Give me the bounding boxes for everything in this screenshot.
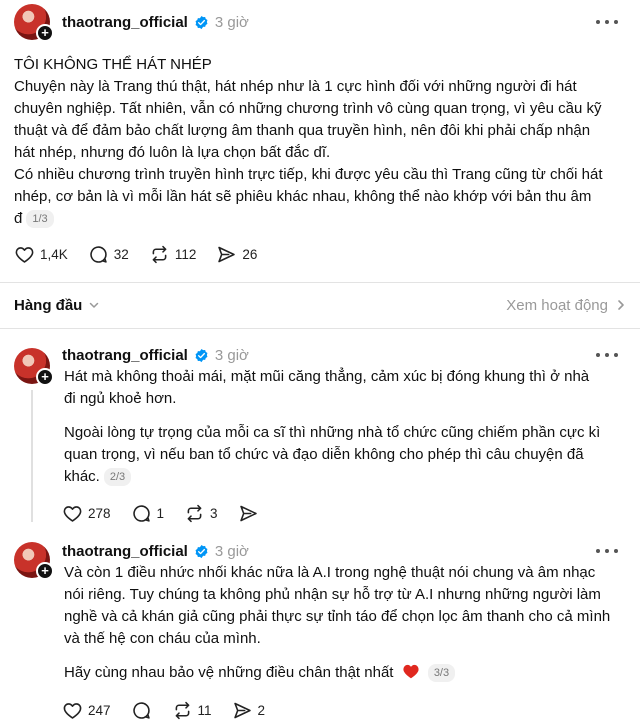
share-button[interactable]: 26 [216,244,257,265]
post-line: khác. [64,468,100,485]
username[interactable]: thaotrang_official [62,543,188,560]
like-count: 247 [88,702,111,718]
chevron-right-icon [618,300,624,310]
divider [0,282,640,283]
post-line: đ [14,210,23,227]
comment-icon [131,503,152,524]
post-actions: 247 11 2 [62,698,285,722]
share-button[interactable]: 2 [232,700,266,721]
repost-count: 11 [197,702,212,718]
post-line: thuật và để đảm bảo chất lượng âm thanh … [14,122,591,139]
follow-plus-icon[interactable]: + [36,24,54,42]
repost-icon [172,700,193,721]
post-line: Hát mà không thoải mái, mặt mũi căng thẳ… [64,368,590,385]
comment-button[interactable]: 1 [131,503,165,524]
share-count: 2 [257,702,266,718]
repost-count: 3 [210,505,218,521]
like-count: 278 [88,505,111,521]
sort-bar: Hàng đầu Xem hoạt động [14,288,626,322]
repost-count: 112 [174,246,197,262]
verified-badge-icon [194,348,209,363]
post-line: Và còn 1 điều nhức nhối khác nữa là A.I … [64,564,596,581]
main-post: + thaotrang_official 3 giờ TÔI KHÔNG THỂ… [0,0,640,284]
post-line: và thế hệ con cháu của mình. [64,630,261,647]
post-line: nhép, cơ bản là vì mỗi lần hát sẽ phiêu … [14,188,592,205]
post-body: TÔI KHÔNG THỂ HÁT NHÉP Chuyện này là Tra… [14,54,626,230]
sort-label: Hàng đầu [14,296,83,314]
view-activity-label: Xem hoạt động [506,296,608,314]
post-time: 3 giờ [214,542,249,560]
comment-count: 32 [113,246,129,262]
repost-button[interactable]: 11 [172,700,212,721]
post-line: Hãy cùng nhau bảo vệ những điều chân thậ… [64,664,394,681]
post-time: 3 giờ [214,346,249,364]
post-actions: 278 1 3 [62,501,279,525]
post-header: thaotrang_official 3 giờ [62,11,249,33]
chevron-down-icon [90,302,99,308]
share-icon [216,244,237,265]
post-time: 3 giờ [214,13,249,31]
like-button[interactable]: 1,4K [14,244,68,265]
heart-icon [14,244,35,265]
repost-button[interactable]: 3 [184,503,218,524]
page-indicator: 1/3 [26,210,54,228]
heart-icon [62,503,83,524]
share-icon [238,503,259,524]
reply-post: + thaotrang_official 3 giờ Hát mà không … [0,330,640,532]
username[interactable]: thaotrang_official [62,347,188,364]
like-button[interactable]: 278 [62,503,111,524]
share-button[interactable] [238,503,259,524]
follow-plus-icon[interactable]: + [36,562,54,580]
more-options-icon[interactable] [596,350,618,360]
post-actions: 1,4K 32 112 26 [14,242,277,266]
page-indicator: 2/3 [103,468,132,486]
share-count: 26 [242,246,258,262]
like-button[interactable]: 247 [62,700,111,721]
reply-post: + thaotrang_official 3 giờ Và còn 1 điều… [0,532,640,728]
red-heart-emoji-icon [403,664,419,679]
repost-button[interactable]: 112 [149,244,197,265]
view-activity-link[interactable]: Xem hoạt động [506,297,626,314]
follow-plus-icon[interactable]: + [36,368,54,386]
thread-line [31,390,33,522]
post-body: Hát mà không thoải mái, mặt mũi căng thẳ… [64,366,628,488]
verified-badge-icon [194,544,209,559]
post-header: thaotrang_official 3 giờ [62,344,249,366]
post-line: Ngoài lòng tự trọng của mỗi ca sĩ thì nh… [64,424,601,441]
like-count: 1,4K [40,246,68,262]
username[interactable]: thaotrang_official [62,14,188,31]
share-icon [232,700,253,721]
page-indicator: 3/3 [427,664,456,682]
post-header: thaotrang_official 3 giờ [62,540,249,562]
more-options-icon[interactable] [596,546,618,556]
post-line: nghề và cả khán giả cũng phải thực sự tỉ… [64,608,611,625]
post-line: TÔI KHÔNG THỂ HÁT NHÉP [14,56,212,73]
comment-count: 1 [156,505,165,521]
post-line: đi ngủ khoẻ hơn. [64,390,177,407]
post-line: chuyên nghiệp. Tất nhiên, vẫn có những c… [14,100,602,117]
repost-icon [184,503,205,524]
heart-icon [62,700,83,721]
repost-icon [149,244,170,265]
divider [0,328,640,329]
more-options-icon[interactable] [596,17,618,27]
comment-icon [131,700,152,721]
comment-button[interactable]: 32 [88,244,129,265]
comment-icon [88,244,109,265]
post-body: Và còn 1 điều nhức nhối khác nữa là A.I … [64,562,628,684]
post-line: hát nhép, nhưng đó luôn là lựa chọn bất … [14,144,331,161]
post-line: nói riêng. Tuy chúng ta không phủ nhận s… [64,586,601,603]
sort-dropdown[interactable]: Hàng đầu [14,297,100,314]
post-line: Chuyện này là Trang thú thật, hát nhép n… [14,78,577,95]
comment-button[interactable] [131,700,152,721]
post-line: quan trọng, vì nếu ban tổ chức và đạo di… [64,446,584,463]
post-line: Có nhiều chương trình truyền hình trực t… [14,166,603,183]
verified-badge-icon [194,15,209,30]
